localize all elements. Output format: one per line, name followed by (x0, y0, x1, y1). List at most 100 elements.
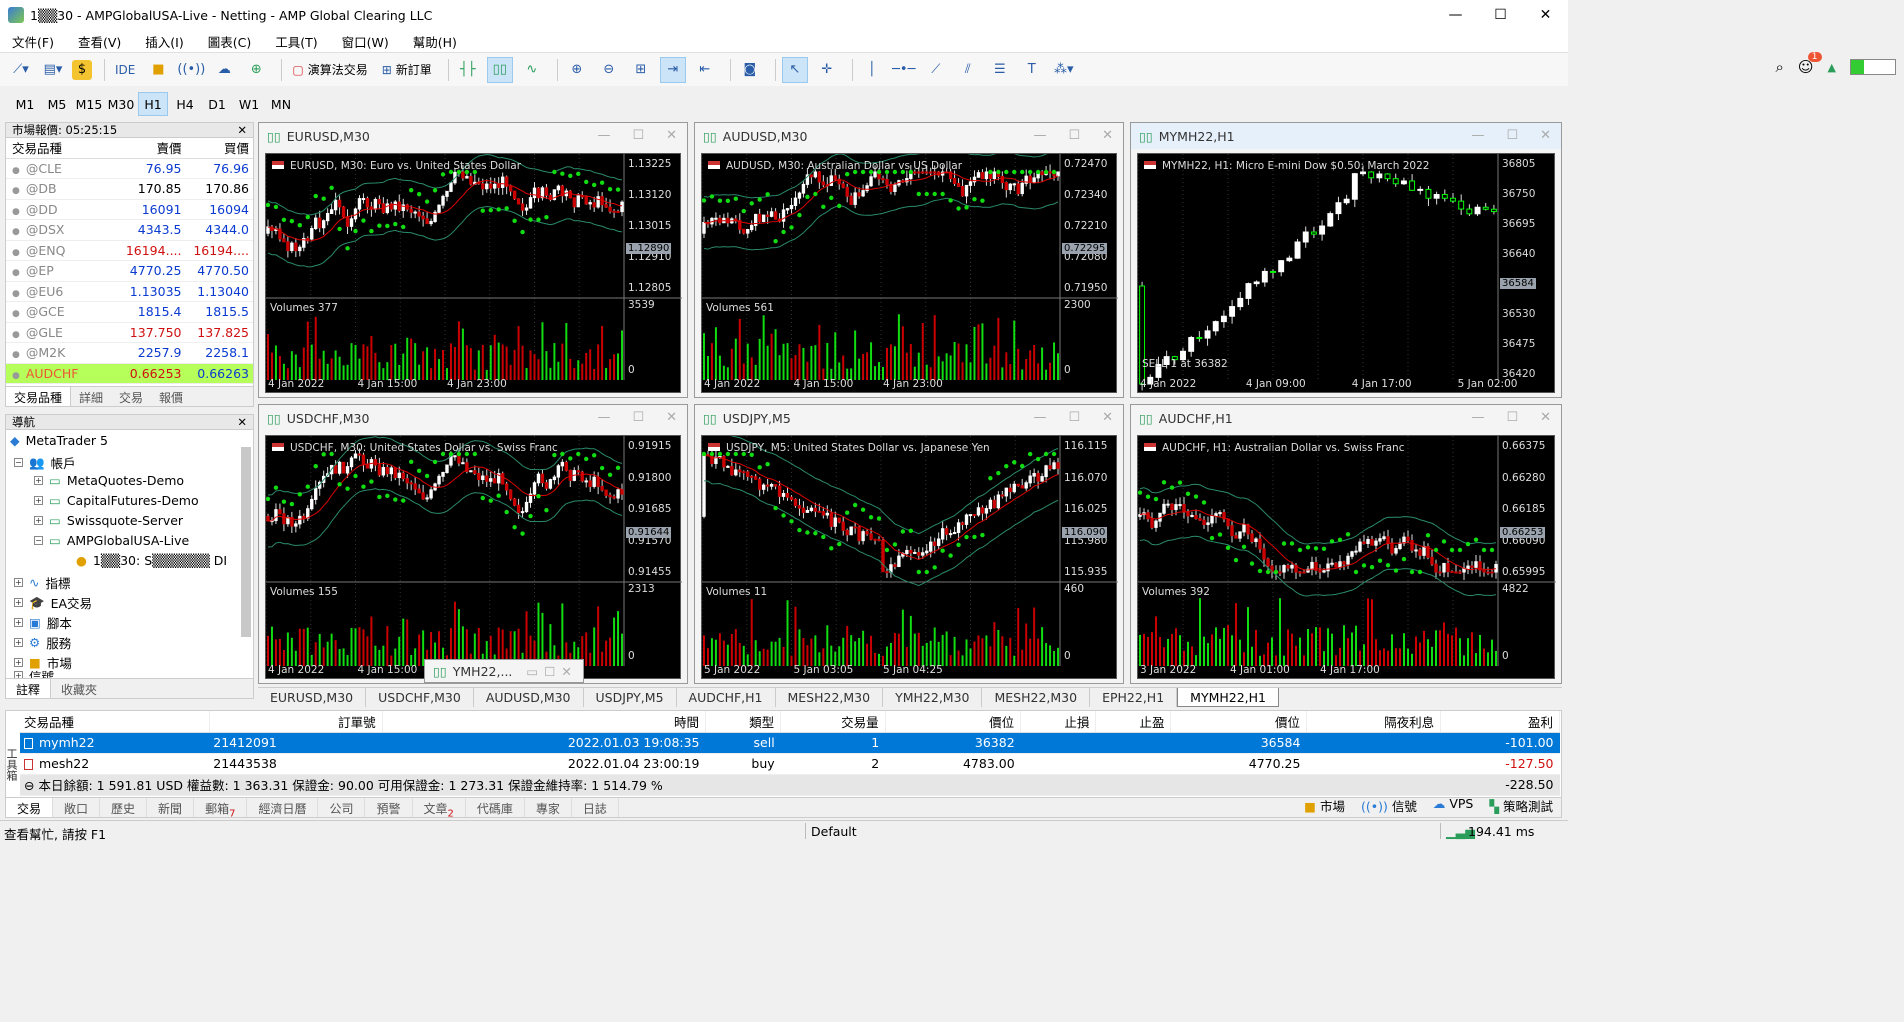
screenshot-icon[interactable]: ◙ (737, 57, 763, 83)
market-watch-row[interactable]: ● @CLE 76.95 76.96 (6, 158, 253, 179)
tf-mn[interactable]: MN (266, 92, 296, 116)
toolbox-tab[interactable]: 預警 (365, 798, 413, 817)
toolbox-tab[interactable]: 專家 (525, 798, 572, 817)
expand-icon[interactable]: + (34, 516, 43, 525)
chart-tab[interactable]: USDJPY,M5 (584, 688, 677, 707)
menu-view[interactable]: 查看(V) (66, 32, 133, 51)
market-watch-row[interactable]: ● @DSX 4343.5 4344.0 (6, 219, 253, 241)
close-icon[interactable]: ✕ (561, 664, 571, 679)
chart-tab[interactable]: AUDUSD,M30 (474, 688, 584, 707)
search-icon[interactable]: ⌕ (1775, 58, 1783, 76)
expand-icon[interactable]: + (34, 476, 43, 485)
tf-w1[interactable]: W1 (234, 92, 264, 116)
nav-indicators[interactable]: + ∿ 指標 (14, 573, 71, 592)
cursor-icon[interactable]: ↖ (781, 56, 808, 83)
trade-col-header[interactable]: 類型 (705, 711, 782, 733)
grid-icon[interactable]: ⊞ (628, 57, 654, 83)
text-icon[interactable]: T (1019, 57, 1045, 83)
market-watch-row[interactable]: ● @EU6 1.13035 1.13040 (6, 281, 253, 302)
chart-plot[interactable]: EURUSD, M30: Euro vs. United States Doll… (265, 153, 682, 393)
template-icon[interactable]: ▤▾ (40, 57, 66, 83)
chart-window-header[interactable]: ▯▯ USDJPY,M5 — ☐ ✕ (695, 405, 1123, 431)
toolbox-tab[interactable]: 經濟日曆 (247, 798, 319, 817)
candlestick-icon[interactable]: ▯▯ (486, 56, 513, 83)
menu-file[interactable]: 文件(F) (0, 32, 66, 51)
minimize-icon[interactable]: — (597, 410, 610, 425)
close-icon[interactable]: ✕ (1102, 410, 1113, 425)
maximize-icon[interactable]: ☐ (544, 664, 555, 679)
trade-col-header[interactable]: 價位 (885, 711, 1022, 733)
menu-charts[interactable]: 圖表(C) (196, 32, 263, 51)
nav-root[interactable]: ◆ MetaTrader 5 (10, 433, 108, 448)
chart-plot[interactable]: USDCHF, M30: United States Dollar vs. Sw… (265, 435, 682, 679)
minimized-chart-window[interactable]: ▯▯ YMH22,... ▭ ☐ ✕ (424, 659, 584, 683)
vps-link[interactable]: ☁ VPS (1433, 796, 1474, 815)
signal-strength-icon[interactable]: ▲ (1828, 61, 1836, 74)
dollar-icon[interactable]: $ (72, 59, 92, 80)
chart-tab[interactable]: YMH22,M30 (883, 688, 983, 707)
close-icon[interactable]: ✕ (666, 128, 677, 143)
nav-accounts[interactable]: − 👥 帳戶 (14, 453, 76, 472)
toolbox-tab[interactable]: 郵箱7 (194, 798, 248, 819)
nav-user[interactable]: ● 1▒▒30: S▒▒▒▒▒▒ DI (76, 553, 227, 568)
chart-plot[interactable]: AUDUSD, M30: Australian Dollar vs US Dol… (701, 153, 1118, 393)
tester-link[interactable]: ▚ 策略測試 (1489, 796, 1553, 815)
maximize-icon[interactable]: ☐ (632, 128, 644, 143)
maximize-button[interactable]: ☐ (1478, 0, 1523, 30)
trade-col-header[interactable]: 止盈 (1095, 711, 1172, 733)
trade-col-header[interactable]: 盈利 (1440, 711, 1560, 733)
chart-window[interactable]: ▯▯ MYMH22,H1 — ☐ ✕ MYMH22, H1: Micro E-mini… (1130, 122, 1562, 398)
market-watch-row[interactable]: ● @GCE 1815.4 1815.5 (6, 301, 253, 323)
trendline-icon[interactable]: ⟋ (923, 57, 949, 83)
close-icon[interactable]: ✕ (1102, 128, 1113, 143)
shopping-bag-icon[interactable]: ■ (145, 57, 171, 83)
fibonacci-icon[interactable]: ☰ (987, 57, 1013, 83)
chart-tab[interactable]: EURUSD,M30 (258, 688, 367, 707)
trade-row[interactable]: mesh22 21443538 2022.01.04 23:00:19 buy 2 478… (20, 753, 1560, 775)
close-icon[interactable]: ✕ (237, 415, 247, 429)
algo-trading-button[interactable]: ▢ 演算法交易 (288, 57, 371, 83)
trade-col-header[interactable]: 交易品種 (20, 711, 210, 733)
maximize-icon[interactable]: ☐ (1506, 410, 1518, 425)
toolbox-side-label[interactable]: 工具箱 (5, 710, 19, 818)
nav-account-4[interactable]: − ▭ AMPGlobalUSA-Live (34, 533, 189, 548)
collapse-icon[interactable]: − (14, 458, 23, 467)
toolbox-tab[interactable]: 歷史 (100, 798, 148, 817)
cloud-icon[interactable]: ☁ (211, 57, 237, 83)
autoscroll-icon[interactable]: ⇥ (659, 56, 686, 83)
market-watch-row[interactable]: ● @DB 170.85 170.86 (6, 178, 253, 200)
market-watch-row[interactable]: ● @ENQ 16194.... 16194.... (6, 240, 253, 261)
chart-window[interactable]: ▯▯ EURUSD,M30 — ☐ ✕ EURUSD, M30: Euro vs. U… (258, 122, 688, 398)
col-symbol[interactable]: 交易品種 (6, 138, 118, 159)
chart-shift-icon[interactable]: ⇤ (692, 57, 718, 83)
menu-window[interactable]: 窗口(W) (330, 32, 401, 51)
status-ping[interactable]: 194.41 ms (1468, 824, 1534, 839)
chart-window-header[interactable]: ▯▯ EURUSD,M30 — ☐ ✕ (259, 123, 687, 149)
account-icon[interactable]: ☺ 1 (1798, 52, 1822, 76)
chart-tab[interactable]: MESH22,M30 (982, 688, 1091, 707)
nav-scrollbar[interactable] (241, 447, 251, 637)
chart-window-header[interactable]: ▯▯ USDCHF,M30 — ☐ ✕ (259, 405, 687, 431)
chart-window[interactable]: ▯▯ USDCHF,M30 — ☐ ✕ USDCHF, M30: United Sta… (258, 404, 688, 684)
chart-plot[interactable]: USDJPY, M5: United States Dollar vs. Jap… (701, 435, 1118, 679)
menu-insert[interactable]: 插入(I) (133, 32, 195, 51)
tab-ticks[interactable]: 報價 (151, 387, 191, 406)
minimize-button[interactable]: — (1433, 0, 1478, 30)
market-watch-row[interactable]: ● AUDCHF 0.66253 0.66263 (6, 363, 253, 384)
chart-window-header[interactable]: ▯▯ AUDUSD,M30 — ☐ ✕ (695, 123, 1123, 149)
close-icon[interactable]: ✕ (666, 410, 677, 425)
ide-button[interactable]: IDE (111, 57, 139, 83)
maximize-icon[interactable]: ☐ (1506, 128, 1518, 143)
minimize-icon[interactable]: — (1471, 128, 1484, 143)
tab-symbols[interactable]: 交易品種 (6, 387, 72, 406)
close-button[interactable]: ✕ (1523, 0, 1568, 30)
chart-window-header[interactable]: ▯▯ MYMH22,H1 — ☐ ✕ (1131, 123, 1561, 149)
expand-icon[interactable]: + (14, 598, 23, 607)
chart-tab[interactable]: MYMH22,H1 (1177, 688, 1279, 707)
channel-icon[interactable]: ⫽ (955, 57, 981, 83)
line-chart-icon[interactable]: ⟋▾ (8, 57, 34, 83)
maximize-icon[interactable]: ☐ (632, 410, 644, 425)
tab-favorites[interactable]: 收藏夾 (51, 679, 107, 698)
close-icon[interactable]: ✕ (237, 123, 247, 137)
nav-services[interactable]: + ⚙ 服務 (14, 633, 71, 652)
